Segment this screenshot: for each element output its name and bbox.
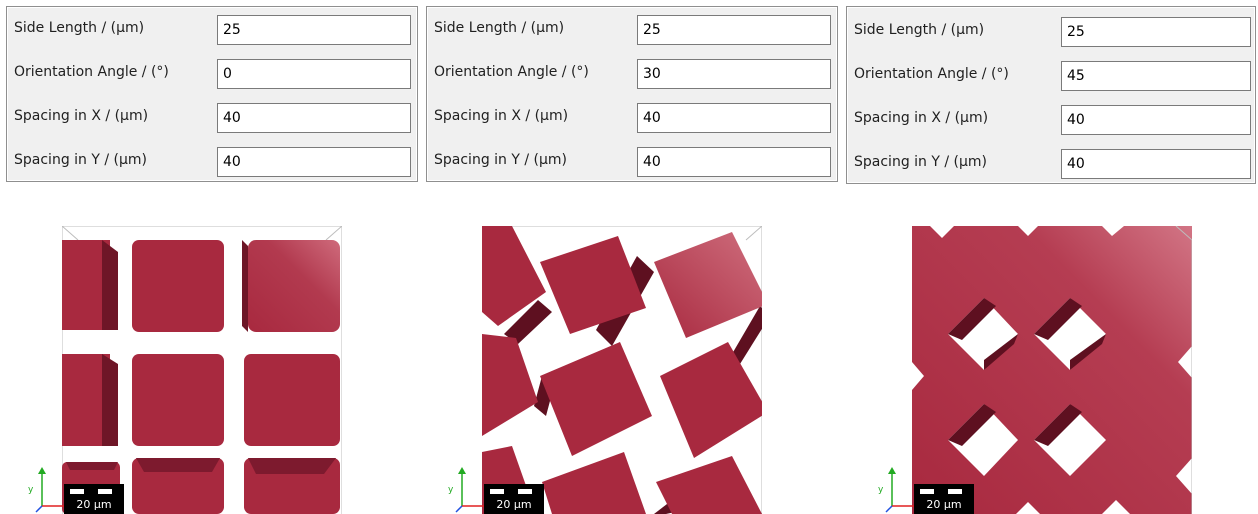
spacing-y-label: Spacing in Y / (µm)	[434, 152, 567, 168]
spacing-x-label: Spacing in X / (µm)	[434, 108, 569, 124]
side-length-input[interactable]: 25	[637, 15, 831, 45]
pillar-array-render	[482, 226, 762, 514]
parameter-panel-2: Side Length / (µm) 25 Orientation Angle …	[426, 6, 838, 182]
axis-triad-icon: y	[878, 467, 914, 513]
param-row-spacing-y: Spacing in Y / (µm) 40	[847, 145, 1255, 179]
orientation-angle-input[interactable]: 0	[217, 59, 411, 89]
spacing-y-label: Spacing in Y / (µm)	[14, 152, 147, 168]
render-viewport-0deg[interactable]	[62, 226, 342, 514]
scale-bar: 20 µm	[64, 484, 124, 514]
orientation-angle-input[interactable]: 45	[1061, 61, 1251, 91]
spacing-x-input[interactable]: 40	[217, 103, 411, 133]
param-row-side-length: Side Length / (µm) 25	[847, 13, 1255, 47]
spacing-x-input[interactable]: 40	[637, 103, 831, 133]
param-row-spacing-y: Spacing in Y / (µm) 40	[7, 143, 417, 177]
scale-bar: 20 µm	[484, 484, 544, 514]
scale-bar-segment	[70, 489, 84, 494]
scale-bar-label: 20 µm	[76, 498, 112, 511]
pillar-array-render	[912, 226, 1192, 514]
spacing-y-input[interactable]: 40	[637, 147, 831, 177]
scale-bar: 20 µm	[914, 484, 974, 514]
scale-bar-segment	[948, 489, 962, 494]
orientation-angle-input[interactable]: 30	[637, 59, 831, 89]
parameter-panel-1: Side Length / (µm) 25 Orientation Angle …	[6, 6, 418, 182]
param-row-spacing-x: Spacing in X / (µm) 40	[427, 99, 837, 133]
scale-bar-segment	[518, 489, 532, 494]
param-row-spacing-y: Spacing in Y / (µm) 40	[427, 143, 837, 177]
param-row-side-length: Side Length / (µm) 25	[7, 11, 417, 45]
svg-text:y: y	[448, 485, 454, 495]
orientation-angle-label: Orientation Angle / (°)	[854, 66, 1009, 82]
merged-diamond-lattice	[912, 226, 1192, 514]
side-length-label: Side Length / (µm)	[854, 22, 985, 38]
param-row-orientation: Orientation Angle / (°) 45	[847, 57, 1255, 91]
render-viewport-45deg[interactable]	[912, 226, 1192, 514]
pillar-array-render	[62, 226, 342, 514]
svg-text:y: y	[28, 485, 34, 495]
scale-bar-label: 20 µm	[926, 498, 962, 511]
spacing-y-input[interactable]: 40	[1061, 149, 1251, 179]
orientation-angle-label: Orientation Angle / (°)	[434, 64, 589, 80]
spacing-x-input[interactable]: 40	[1061, 105, 1251, 135]
axis-triad-icon: y	[448, 467, 484, 513]
side-length-input[interactable]: 25	[1061, 17, 1251, 47]
parameter-panel-3: Side Length / (µm) 25 Orientation Angle …	[846, 6, 1256, 184]
scale-bar-segment	[98, 489, 112, 494]
spacing-x-label: Spacing in X / (µm)	[14, 108, 149, 124]
param-row-spacing-x: Spacing in X / (µm) 40	[7, 99, 417, 133]
spacing-x-label: Spacing in X / (µm)	[854, 110, 989, 126]
side-length-label: Side Length / (µm)	[434, 20, 565, 36]
scale-bar-label: 20 µm	[496, 498, 532, 511]
svg-text:y: y	[878, 485, 884, 495]
param-row-orientation: Orientation Angle / (°) 30	[427, 55, 837, 89]
render-viewport-30deg[interactable]	[482, 226, 762, 514]
axis-triad-icon: y	[28, 467, 64, 513]
side-length-input[interactable]: 25	[217, 15, 411, 45]
param-row-side-length: Side Length / (µm) 25	[427, 11, 837, 45]
orientation-angle-label: Orientation Angle / (°)	[14, 64, 169, 80]
scale-bar-segment	[920, 489, 934, 494]
param-row-spacing-x: Spacing in X / (µm) 40	[847, 101, 1255, 135]
square-pillars	[62, 240, 340, 514]
spacing-y-label: Spacing in Y / (µm)	[854, 154, 987, 170]
side-length-label: Side Length / (µm)	[14, 20, 145, 36]
rotated-pillars	[482, 226, 762, 514]
spacing-y-input[interactable]: 40	[217, 147, 411, 177]
scale-bar-segment	[490, 489, 504, 494]
param-row-orientation: Orientation Angle / (°) 0	[7, 55, 417, 89]
